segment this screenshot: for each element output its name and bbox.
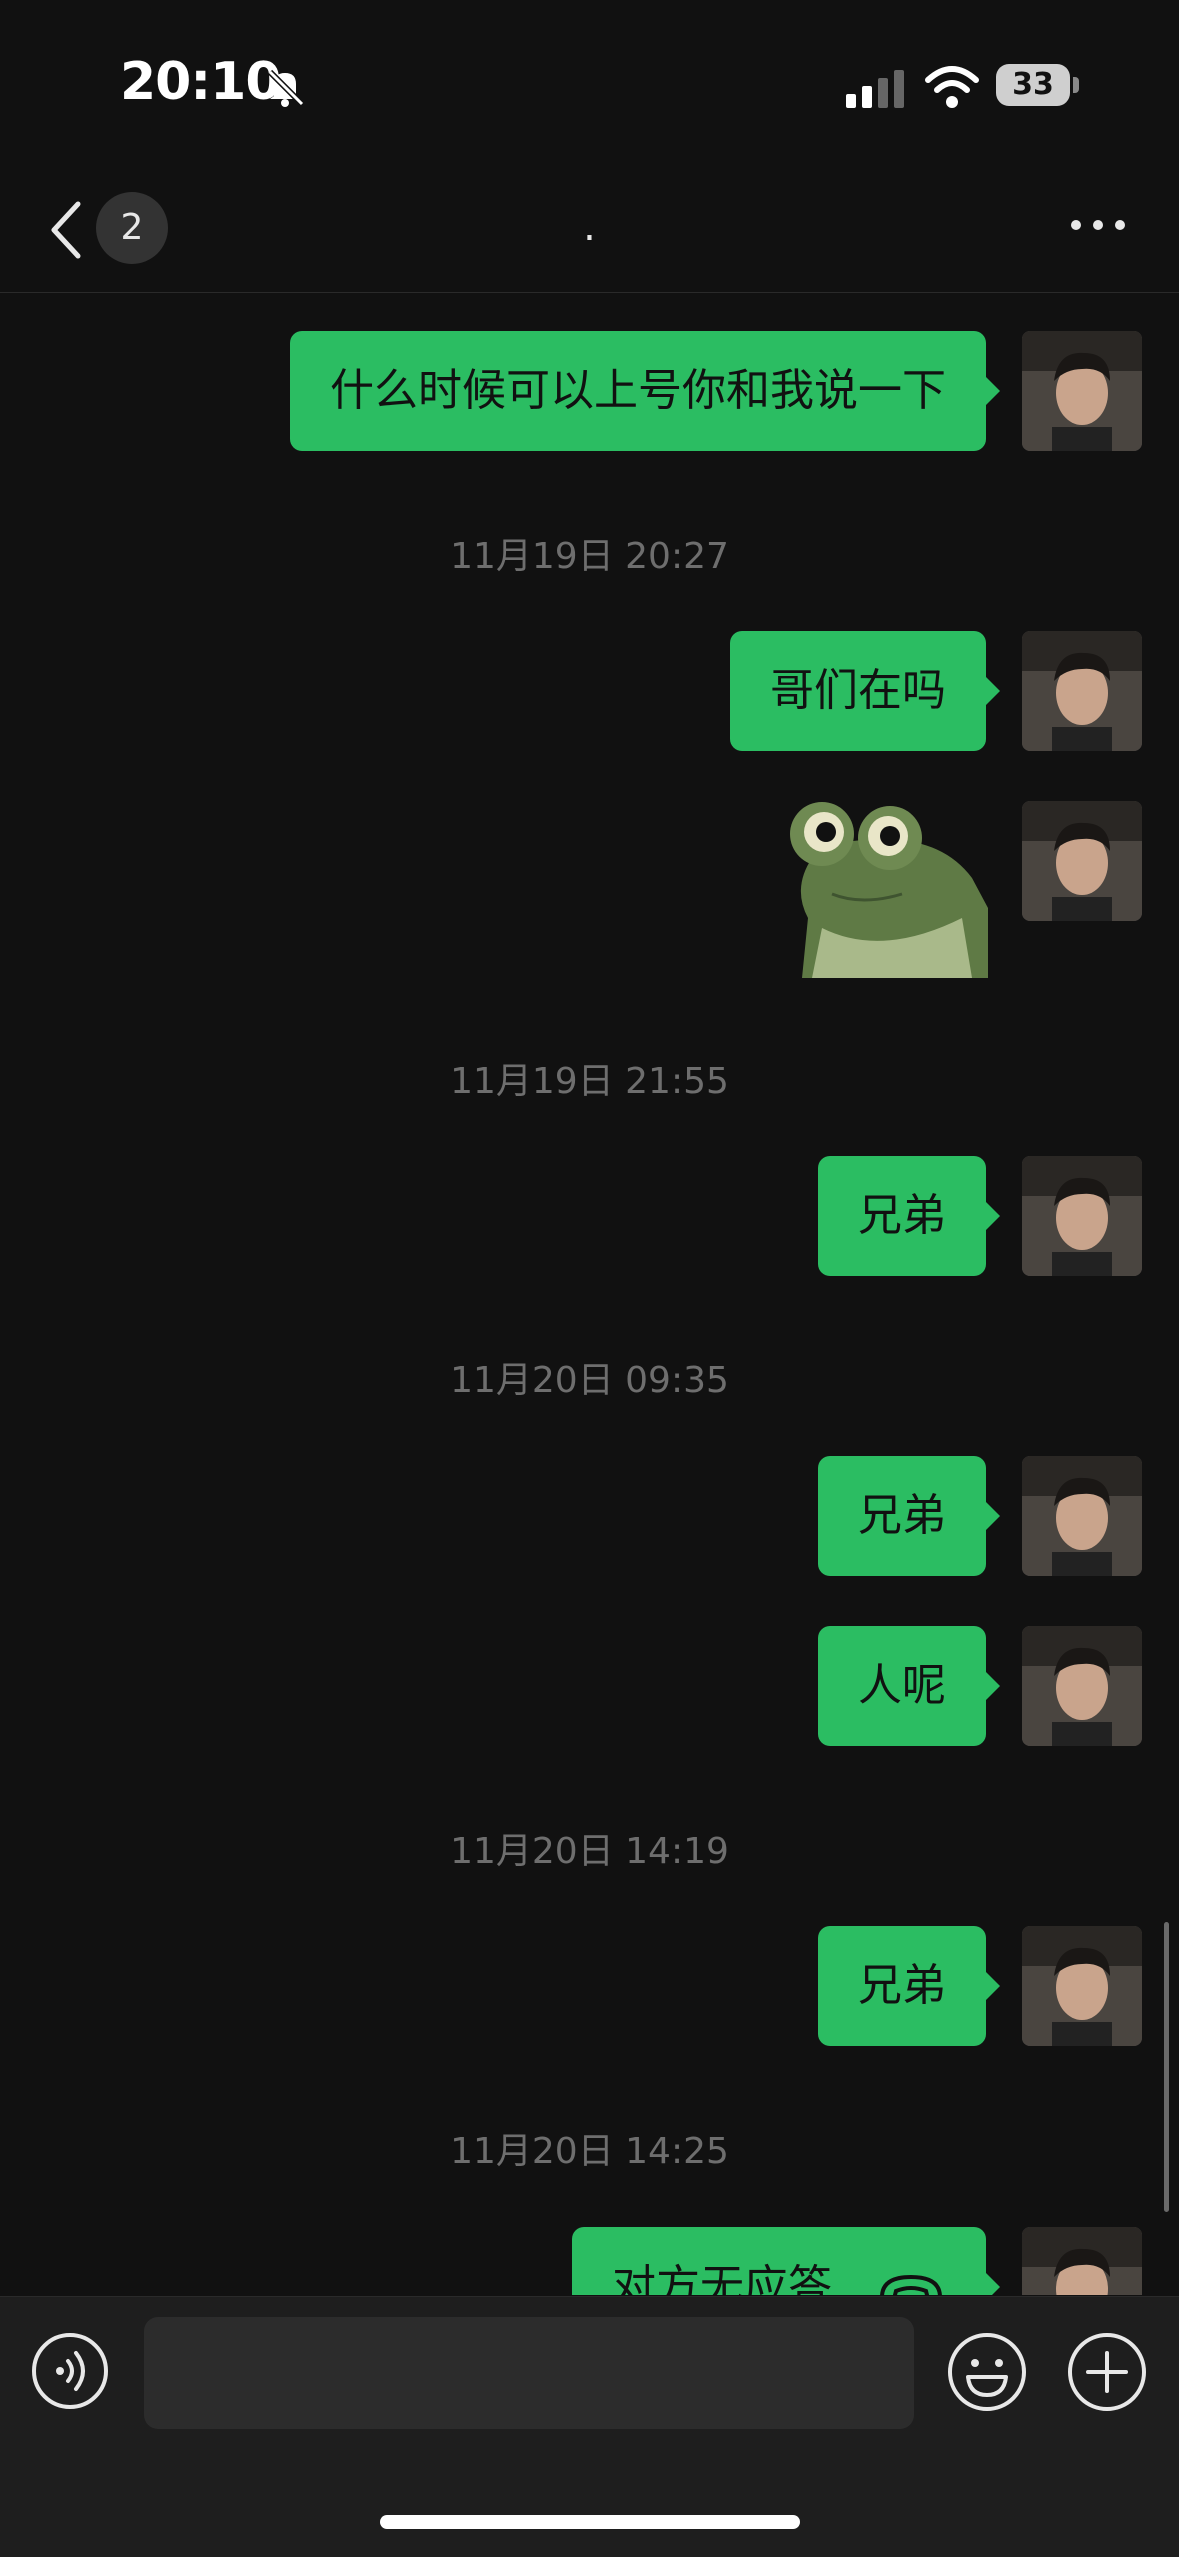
avatar[interactable] xyxy=(1022,1926,1142,2046)
message-bubble[interactable]: 人呢 xyxy=(818,1626,1000,1746)
avatar-image xyxy=(1022,631,1142,751)
battery-indicator: 33 xyxy=(996,64,1080,108)
avatar-image xyxy=(1022,801,1142,921)
chat-title: . xyxy=(583,204,596,250)
message-bubble[interactable]: 兄弟 xyxy=(818,1456,1000,1576)
bubble-tail xyxy=(984,2271,1000,2295)
bell-muted-icon xyxy=(267,69,305,107)
more-options-icon[interactable] xyxy=(1068,210,1128,240)
avatar[interactable] xyxy=(1022,1456,1142,1576)
avatar-image xyxy=(1022,1156,1142,1276)
avatar[interactable] xyxy=(1022,801,1142,921)
scrollbar[interactable] xyxy=(1164,1922,1169,2212)
message-list[interactable]: 什么时候可以上号你和我说一下 11月19日 20:27 哥们在吗 11月19日 … xyxy=(0,293,1179,2295)
bubble-tail xyxy=(984,1670,1000,1702)
wifi-icon xyxy=(925,66,979,108)
message-bubble[interactable]: 兄弟 xyxy=(818,1156,1000,1276)
bubble-tail xyxy=(984,675,1000,707)
avatar[interactable] xyxy=(1022,2227,1142,2295)
avatar-image xyxy=(1022,2227,1142,2295)
message-text: 兄弟 xyxy=(858,1190,946,1241)
call-status-bubble[interactable]: 对方无应答 xyxy=(572,2227,1000,2295)
message-input[interactable] xyxy=(144,2317,914,2429)
status-time: 20:10 xyxy=(120,52,282,112)
avatar-image xyxy=(1022,1626,1142,1746)
avatar[interactable] xyxy=(1022,1156,1142,1276)
message-bubble[interactable]: 什么时候可以上号你和我说一下 xyxy=(290,331,1000,451)
avatar[interactable] xyxy=(1022,331,1142,451)
message-text: 什么时候可以上号你和我说一下 xyxy=(330,365,946,416)
message-text: 对方无应答 xyxy=(612,2261,832,2295)
message-text: 兄弟 xyxy=(858,1490,946,1541)
battery-nub xyxy=(1073,77,1079,93)
avatar[interactable] xyxy=(1022,631,1142,751)
phone-icon xyxy=(880,2274,942,2295)
timestamp: 11月20日 14:19 xyxy=(450,1831,729,1872)
emoji-icon[interactable] xyxy=(946,2331,1028,2413)
bubble-tail xyxy=(984,375,1000,407)
voice-input-icon[interactable] xyxy=(30,2331,110,2411)
input-bar xyxy=(0,2296,1179,2557)
bubble-tail xyxy=(984,1200,1000,1232)
home-indicator[interactable] xyxy=(380,2515,800,2529)
status-bar: 20:10 33 xyxy=(0,0,1179,170)
message-bubble[interactable]: 兄弟 xyxy=(818,1926,1000,2046)
message-text: 兄弟 xyxy=(858,1960,946,2011)
cellular-signal-icon xyxy=(846,70,904,108)
timestamp: 11月20日 14:25 xyxy=(450,2131,729,2172)
bubble-tail xyxy=(984,1500,1000,1532)
bubble-tail xyxy=(984,1970,1000,2002)
plus-icon[interactable] xyxy=(1066,2331,1148,2413)
frog-sticker[interactable] xyxy=(772,798,988,978)
chat-header: 2 . xyxy=(0,170,1179,293)
avatar-image xyxy=(1022,331,1142,451)
timestamp: 11月19日 21:55 xyxy=(450,1061,729,1102)
timestamp: 11月20日 09:35 xyxy=(450,1360,729,1401)
avatar[interactable] xyxy=(1022,1626,1142,1746)
timestamp: 11月19日 20:27 xyxy=(450,536,729,577)
avatar-image xyxy=(1022,1926,1142,2046)
battery-level: 33 xyxy=(996,64,1070,106)
message-bubble[interactable]: 哥们在吗 xyxy=(730,631,1000,751)
message-text: 人呢 xyxy=(858,1660,946,1711)
avatar-image xyxy=(1022,1456,1142,1576)
message-text: 哥们在吗 xyxy=(770,665,946,716)
